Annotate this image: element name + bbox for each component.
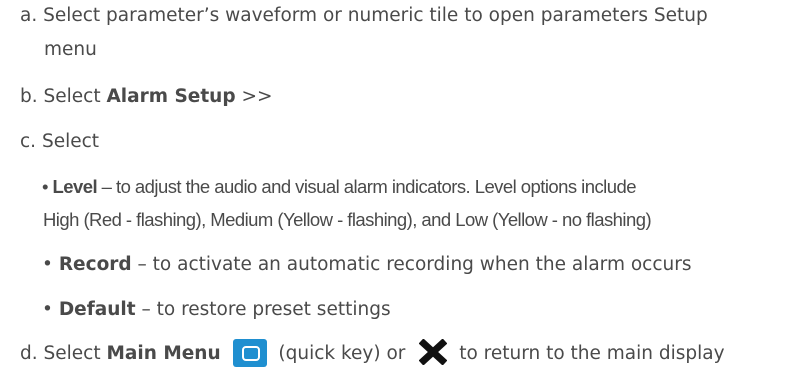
record-desc: – to activate an automatic recording whe…: [131, 254, 692, 275]
default-desc: – to restore preset settings: [135, 299, 391, 320]
step-a-line-1: a. Select parameter’s waveform or numeri…: [20, 5, 708, 27]
bullet-level-continuation: High (Red - flashing), Medium (Yellow - …: [43, 209, 652, 231]
step-d: d. Select Main Menu (quick key) or to re…: [20, 339, 725, 367]
step-d-pre: Select: [43, 343, 107, 364]
step-c-marker: c.: [20, 131, 37, 152]
step-b: b. Select Alarm Setup >>: [20, 86, 272, 108]
bullet-dot: •: [42, 254, 53, 275]
step-c-text: Select: [41, 131, 100, 152]
level-continuation: High (Red - flashing), Medium (Yellow - …: [43, 209, 652, 230]
default-term: Default: [58, 299, 136, 320]
step-b-pre: Select: [43, 86, 107, 107]
alarm-setup-label: Alarm Setup: [106, 86, 236, 107]
bullet-default: • Default – to restore preset settings: [42, 299, 391, 321]
instruction-document: a. Select parameter’s waveform or numeri…: [0, 0, 786, 370]
record-term: Record: [58, 254, 132, 275]
bullet-dot: •: [42, 176, 48, 197]
step-c: c. Select: [20, 131, 99, 153]
main-menu-label: Main Menu: [106, 343, 221, 364]
level-desc: – to adjust the audio and visual alarm i…: [97, 176, 637, 197]
step-a-marker: a.: [20, 5, 38, 26]
main-menu-key-icon: [232, 339, 267, 367]
step-a-continuation: menu: [44, 39, 97, 60]
step-d-post: to return to the main display: [459, 343, 725, 364]
bullet-dot: •: [42, 299, 53, 320]
step-b-post: >>: [235, 86, 273, 107]
step-d-marker: d.: [20, 343, 38, 364]
step-a-line-2: menu: [44, 39, 97, 61]
close-x-icon: [419, 339, 448, 365]
bullet-record: • Record – to activate an automatic reco…: [42, 254, 692, 276]
step-d-mid: (quick key) or: [278, 343, 406, 364]
bullet-level: • Level – to adjust the audio and visual…: [42, 176, 636, 198]
level-term: Level: [52, 176, 98, 197]
step-a-text: Select parameter’s waveform or numeric t…: [43, 5, 708, 26]
step-b-marker: b.: [20, 86, 38, 107]
